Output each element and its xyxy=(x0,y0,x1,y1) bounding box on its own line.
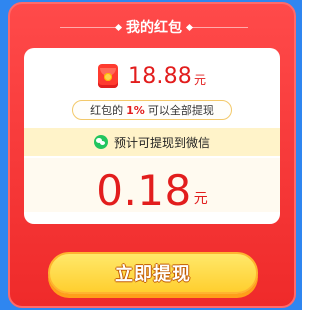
rule-prefix: 红包的 xyxy=(90,104,124,117)
withdraw-rule-pill: 红包的 1% 可以全部提现 xyxy=(72,100,232,120)
title-divider-left xyxy=(60,26,118,28)
rule-percent: 1% xyxy=(126,103,145,117)
estimate-unit: 元 xyxy=(193,191,208,207)
estimate-amount: 0.18 xyxy=(96,166,192,215)
withdraw-now-label: 立即提现 xyxy=(115,264,191,285)
balance-amount: 18.88 xyxy=(128,63,192,89)
estimate-row: 0.18 元 xyxy=(24,158,280,212)
red-packet-icon xyxy=(98,64,118,88)
wechat-icon xyxy=(93,135,108,149)
withdraw-now-button[interactable]: 立即提现 xyxy=(48,252,258,294)
red-packet-card: 我的红包 18.88 元 红包的 1% 可以全部提现 预计可提现到微信 0.18… xyxy=(8,2,296,308)
card-title-row: 我的红包 xyxy=(10,14,298,40)
card-title: 我的红包 xyxy=(126,20,182,36)
wechat-label: 预计可提现到微信 xyxy=(113,135,210,150)
balance-unit: 元 xyxy=(193,72,206,87)
title-divider-right xyxy=(190,26,248,28)
rule-suffix: 可以全部提现 xyxy=(147,104,214,117)
wechat-withdraw-bar: 预计可提现到微信 xyxy=(24,128,280,156)
balance-panel: 18.88 元 红包的 1% 可以全部提现 预计可提现到微信 0.18 元 xyxy=(24,48,280,224)
balance-row: 18.88 元 xyxy=(24,62,280,90)
